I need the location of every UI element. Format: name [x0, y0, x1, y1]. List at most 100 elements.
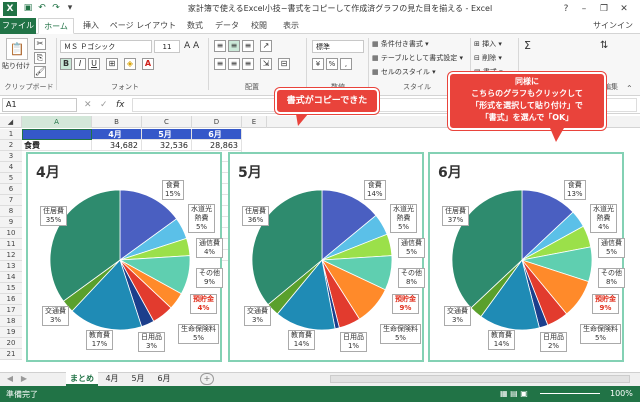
comma-icon[interactable]: ,: [340, 58, 352, 70]
name-box[interactable]: A1: [2, 98, 77, 112]
align-bottom-icon[interactable]: ≡: [242, 40, 254, 52]
row-header[interactable]: 17: [0, 305, 22, 316]
row-header[interactable]: 2: [0, 140, 22, 151]
redo-icon[interactable]: ↷: [50, 3, 62, 14]
scroll-right-icon[interactable]: ▶: [18, 372, 30, 386]
row-header[interactable]: 19: [0, 327, 22, 338]
align-center-icon[interactable]: ≡: [228, 58, 240, 70]
undo-icon[interactable]: ↶: [36, 3, 48, 14]
cell-d1[interactable]: 6月: [192, 129, 242, 140]
align-left-icon[interactable]: ≡: [214, 58, 226, 70]
tab-file[interactable]: ファイル: [0, 18, 36, 34]
paste-button[interactable]: 貼り付け: [2, 60, 30, 72]
merge-center-icon[interactable]: ⊟: [278, 58, 290, 70]
tab-formulas[interactable]: 数式: [180, 18, 210, 34]
row-header[interactable]: 21: [0, 349, 22, 360]
column-header-e[interactable]: E: [242, 116, 267, 128]
row-header[interactable]: 4: [0, 162, 22, 173]
sheet-tab-june[interactable]: 6月: [152, 372, 176, 386]
qat-customize-icon[interactable]: ▾: [64, 3, 76, 14]
copy-icon[interactable]: ⎘: [34, 52, 46, 64]
add-sheet-icon[interactable]: +: [200, 373, 214, 385]
delete-cells-button[interactable]: ⊟ 削除 ▾: [474, 52, 502, 64]
column-header-c[interactable]: C: [142, 116, 192, 128]
row-header[interactable]: 10: [0, 228, 22, 239]
format-painter-icon[interactable]: 🖌: [34, 66, 46, 78]
row-header[interactable]: 12: [0, 250, 22, 261]
tab-insert[interactable]: 挿入: [76, 18, 106, 34]
help-icon[interactable]: ?: [558, 2, 574, 16]
zoom-slider[interactable]: [540, 393, 600, 394]
tab-page-layout[interactable]: ページ レイアウト: [108, 18, 178, 34]
italic-icon[interactable]: I: [74, 58, 86, 70]
save-icon[interactable]: ▣: [22, 3, 34, 14]
align-top-icon[interactable]: ≡: [214, 40, 226, 52]
bold-icon[interactable]: B: [60, 58, 72, 70]
column-header-a[interactable]: A: [22, 116, 92, 128]
row-header[interactable]: 9: [0, 217, 22, 228]
close-icon[interactable]: ✕: [616, 2, 632, 16]
minimize-icon[interactable]: –: [576, 2, 592, 16]
row-header[interactable]: 7: [0, 195, 22, 206]
sheet-tab-may[interactable]: 5月: [126, 372, 150, 386]
chart-may[interactable]: 5月 食費 14% 水道光 熱費 5% 通信費 5% その他 8% 預貯金 9% 生命保険…: [228, 152, 425, 362]
currency-icon[interactable]: ¥: [312, 58, 324, 70]
number-format-select[interactable]: 標準: [312, 40, 364, 53]
cell-a1-selected[interactable]: [22, 129, 92, 140]
chart-june[interactable]: 6月 食費 13% 水道光 熱費 4% 通信費 5% その他 8% 預貯金 9% 生命保険…: [428, 152, 625, 362]
align-middle-icon[interactable]: ≡: [228, 40, 240, 52]
format-as-table-button[interactable]: ▦ テーブルとして書式設定 ▾: [372, 52, 463, 64]
scroll-left-icon[interactable]: ◀: [4, 372, 16, 386]
cut-icon[interactable]: ✂: [34, 38, 46, 50]
font-size-select[interactable]: 11: [154, 40, 180, 53]
tab-data[interactable]: データ: [212, 18, 242, 34]
percent-icon[interactable]: %: [326, 58, 338, 70]
cell-b2[interactable]: 34,682: [92, 140, 142, 151]
row-header[interactable]: 16: [0, 294, 22, 305]
restore-icon[interactable]: ❐: [596, 2, 612, 16]
cancel-formula-icon[interactable]: ✕: [84, 99, 92, 111]
row-header[interactable]: 6: [0, 184, 22, 195]
row-header[interactable]: 1: [0, 129, 22, 140]
row-header[interactable]: 3: [0, 151, 22, 162]
row-header[interactable]: 18: [0, 316, 22, 327]
orientation-icon[interactable]: ↗: [260, 40, 272, 52]
tab-review[interactable]: 校閲: [244, 18, 274, 34]
row-header[interactable]: 14: [0, 272, 22, 283]
wrap-text-icon[interactable]: ⇲: [260, 58, 272, 70]
row-header[interactable]: 8: [0, 206, 22, 217]
fx-icon[interactable]: fx: [116, 99, 125, 111]
row-header[interactable]: 13: [0, 261, 22, 272]
horizontal-scrollbar[interactable]: [330, 375, 630, 383]
cell-a2[interactable]: 食費: [22, 140, 92, 151]
row-header[interactable]: 5: [0, 173, 22, 184]
fill-color-icon[interactable]: ◈: [124, 58, 136, 70]
view-mode-icons[interactable]: ▦ ▤ ▣: [500, 389, 528, 398]
cell-d2[interactable]: 28,863: [192, 140, 242, 151]
insert-cells-button[interactable]: ⊞ 挿入 ▾: [474, 38, 502, 50]
cell-b1[interactable]: 4月: [92, 129, 142, 140]
paste-icon[interactable]: 📋: [6, 38, 28, 60]
underline-icon[interactable]: U: [88, 58, 100, 70]
align-right-icon[interactable]: ≡: [242, 58, 254, 70]
tab-home[interactable]: ホーム: [38, 18, 74, 34]
border-icon[interactable]: ⊞: [106, 58, 118, 70]
row-header[interactable]: 20: [0, 338, 22, 349]
autosum-icon[interactable]: Σ: [524, 40, 531, 52]
column-header-b[interactable]: B: [92, 116, 142, 128]
font-name-select[interactable]: ＭＳ Ｐゴシック: [60, 40, 152, 53]
sheet-tab-summary[interactable]: まとめ: [66, 372, 98, 386]
chart-april[interactable]: 4月 食費 15% 水道光 熱費 5% 通信費 4% その他 9% 預貯金 4% 生命保険…: [26, 152, 223, 362]
sort-filter-icon[interactable]: ⇅: [600, 40, 608, 52]
collapse-ribbon-icon[interactable]: ⌃: [626, 84, 633, 93]
tab-view[interactable]: 表示: [276, 18, 306, 34]
select-all-corner[interactable]: ◢: [0, 116, 22, 128]
cell-c1[interactable]: 5月: [142, 129, 192, 140]
sign-in-link[interactable]: サインイン: [590, 18, 636, 34]
cell-c2[interactable]: 32,536: [142, 140, 192, 151]
column-header-d[interactable]: D: [192, 116, 242, 128]
font-color-icon[interactable]: A: [142, 58, 154, 70]
row-header[interactable]: 11: [0, 239, 22, 250]
confirm-formula-icon[interactable]: ✓: [100, 99, 108, 111]
font-grow-icon[interactable]: A A: [184, 40, 199, 52]
